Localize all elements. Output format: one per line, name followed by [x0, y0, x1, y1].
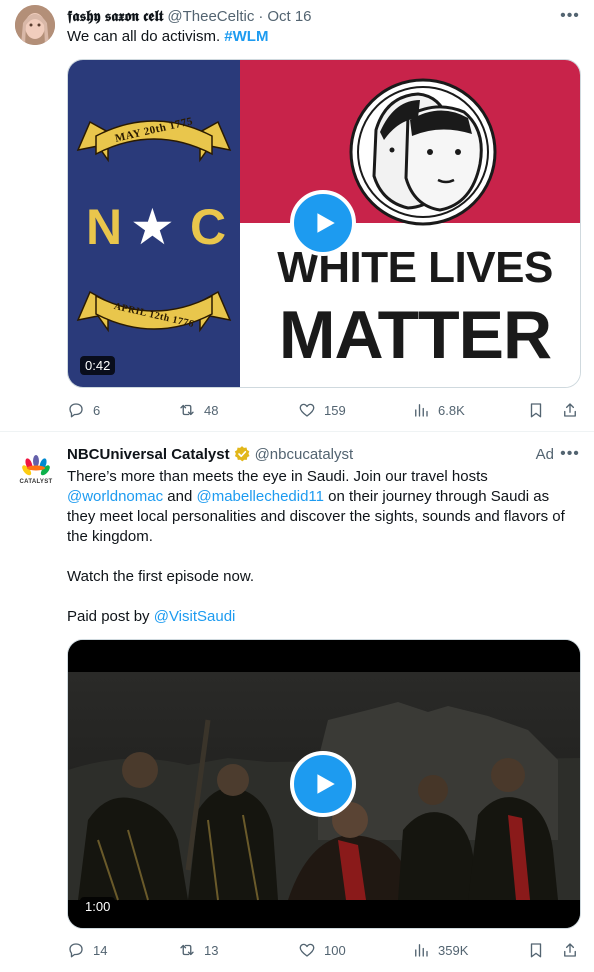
avatar-label: CATALYST — [19, 479, 53, 485]
tweet-text-body: We can all do activism. — [67, 28, 225, 45]
tweet-text: We can all do activism. #WLM — [67, 27, 580, 47]
flag-letter-n: N — [86, 199, 123, 255]
headline-line2: MATTER — [278, 297, 552, 373]
author-handle[interactable]: @nbcucatalyst — [255, 446, 354, 463]
tweet-text: There’s more than meets the eye in Saudi… — [67, 467, 580, 547]
view-count: 6.8K — [438, 402, 465, 418]
mention-mabellechedid11[interactable]: @mabellechedid11 — [196, 488, 324, 505]
repost-count: 13 — [204, 942, 219, 958]
more-options-icon[interactable]: ••• — [560, 6, 580, 26]
bookmark-button[interactable] — [527, 941, 545, 959]
avatar[interactable] — [15, 5, 55, 45]
reply-count: 14 — [93, 942, 108, 958]
play-button[interactable] — [290, 190, 356, 256]
avatar-nbc-catalyst[interactable]: CATALYST — [14, 449, 58, 493]
paid-post-label: Paid post by — [67, 608, 154, 625]
analytics-icon — [415, 944, 428, 957]
tweet-time[interactable]: Oct 16 — [267, 8, 311, 25]
repost-count: 48 — [204, 402, 219, 418]
tweet-actions: 6 48 159 6.8K — [67, 400, 580, 420]
video-duration: 0:42 — [80, 356, 116, 375]
like-button[interactable]: 159 — [298, 401, 346, 419]
reply-button[interactable]: 6 — [67, 401, 100, 419]
heart-icon — [299, 943, 315, 957]
share-button[interactable] — [561, 401, 579, 419]
bookmark-icon — [530, 943, 542, 958]
repost-icon — [180, 944, 194, 956]
share-icon — [564, 403, 576, 417]
share-button[interactable] — [561, 941, 579, 959]
author-handle[interactable]: @TheeCeltic — [167, 8, 254, 25]
mention-worldnomac[interactable]: @worldnomac — [67, 488, 163, 505]
separator-dot: · — [258, 7, 264, 25]
play-button[interactable] — [290, 751, 356, 817]
tweet-text-watch: Watch the first episode now. — [67, 568, 255, 585]
tweet-1[interactable]: 𝖋𝖆𝖘𝖍𝖞 𝖘𝖆𝖝𝖔𝖓 𝖈𝖊𝖑𝖙 @TheeCeltic · Oct 16 ••… — [0, 0, 594, 432]
like-count: 159 — [324, 402, 346, 418]
video-duration: 1:00 — [80, 897, 116, 916]
tweet-text-paid: Paid post by @VisitSaudi — [67, 607, 580, 627]
play-icon — [317, 213, 335, 233]
views-button[interactable]: 6.8K — [412, 401, 465, 419]
repost-button[interactable]: 13 — [178, 941, 218, 959]
analytics-icon — [415, 404, 428, 417]
tweet-text-line1: There’s more than meets the eye in Saudi… — [67, 468, 488, 485]
share-icon — [564, 943, 576, 957]
tweet-2-ad[interactable]: CATALYST NBCUniversal Catalyst @nbcucata… — [0, 433, 594, 972]
view-count: 359K — [438, 942, 469, 958]
reply-count: 6 — [93, 402, 101, 418]
heart-icon — [299, 403, 315, 417]
verified-gold-icon — [234, 446, 250, 462]
tweet-actions: 14 13 100 359K — [67, 940, 580, 960]
ad-label: Ad — [535, 445, 554, 463]
flag-star-icon: ★ — [130, 198, 175, 256]
repost-icon — [180, 404, 194, 416]
repost-button[interactable]: 48 — [178, 401, 218, 419]
reply-button[interactable]: 14 — [67, 941, 107, 959]
play-icon — [317, 774, 335, 794]
author-name[interactable]: NBCUniversal Catalyst — [67, 446, 230, 463]
flag-letter-c: C — [190, 199, 227, 255]
tweet-text-and: and — [163, 488, 197, 505]
hashtag-link[interactable]: #WLM — [224, 28, 268, 45]
peacock-logo-icon — [22, 455, 50, 476]
like-count: 100 — [324, 942, 346, 958]
tweet-header: NBCUniversal Catalyst @nbcucatalyst Ad •… — [67, 444, 580, 464]
mention-visitsaudi[interactable]: @VisitSaudi — [154, 608, 236, 625]
reply-icon — [69, 943, 83, 958]
video-player[interactable]: 1:00 — [67, 639, 581, 929]
like-button[interactable]: 100 — [298, 941, 346, 959]
views-button[interactable]: 359K — [412, 941, 468, 959]
tweet-header: 𝖋𝖆𝖘𝖍𝖞 𝖘𝖆𝖝𝖔𝖓 𝖈𝖊𝖑𝖙 @TheeCeltic · Oct 16 ••… — [67, 6, 580, 26]
bookmark-icon — [530, 403, 542, 418]
reply-icon — [69, 403, 83, 418]
bookmark-button[interactable] — [527, 401, 545, 419]
video-player[interactable]: MAY 20th 1775 APRIL 12th 1776 N ★ C WHIT… — [67, 59, 581, 388]
author-name[interactable]: 𝖋𝖆𝖘𝖍𝖞 𝖘𝖆𝖝𝖔𝖓 𝖈𝖊𝖑𝖙 — [67, 8, 163, 25]
more-options-icon[interactable]: ••• — [560, 444, 580, 464]
